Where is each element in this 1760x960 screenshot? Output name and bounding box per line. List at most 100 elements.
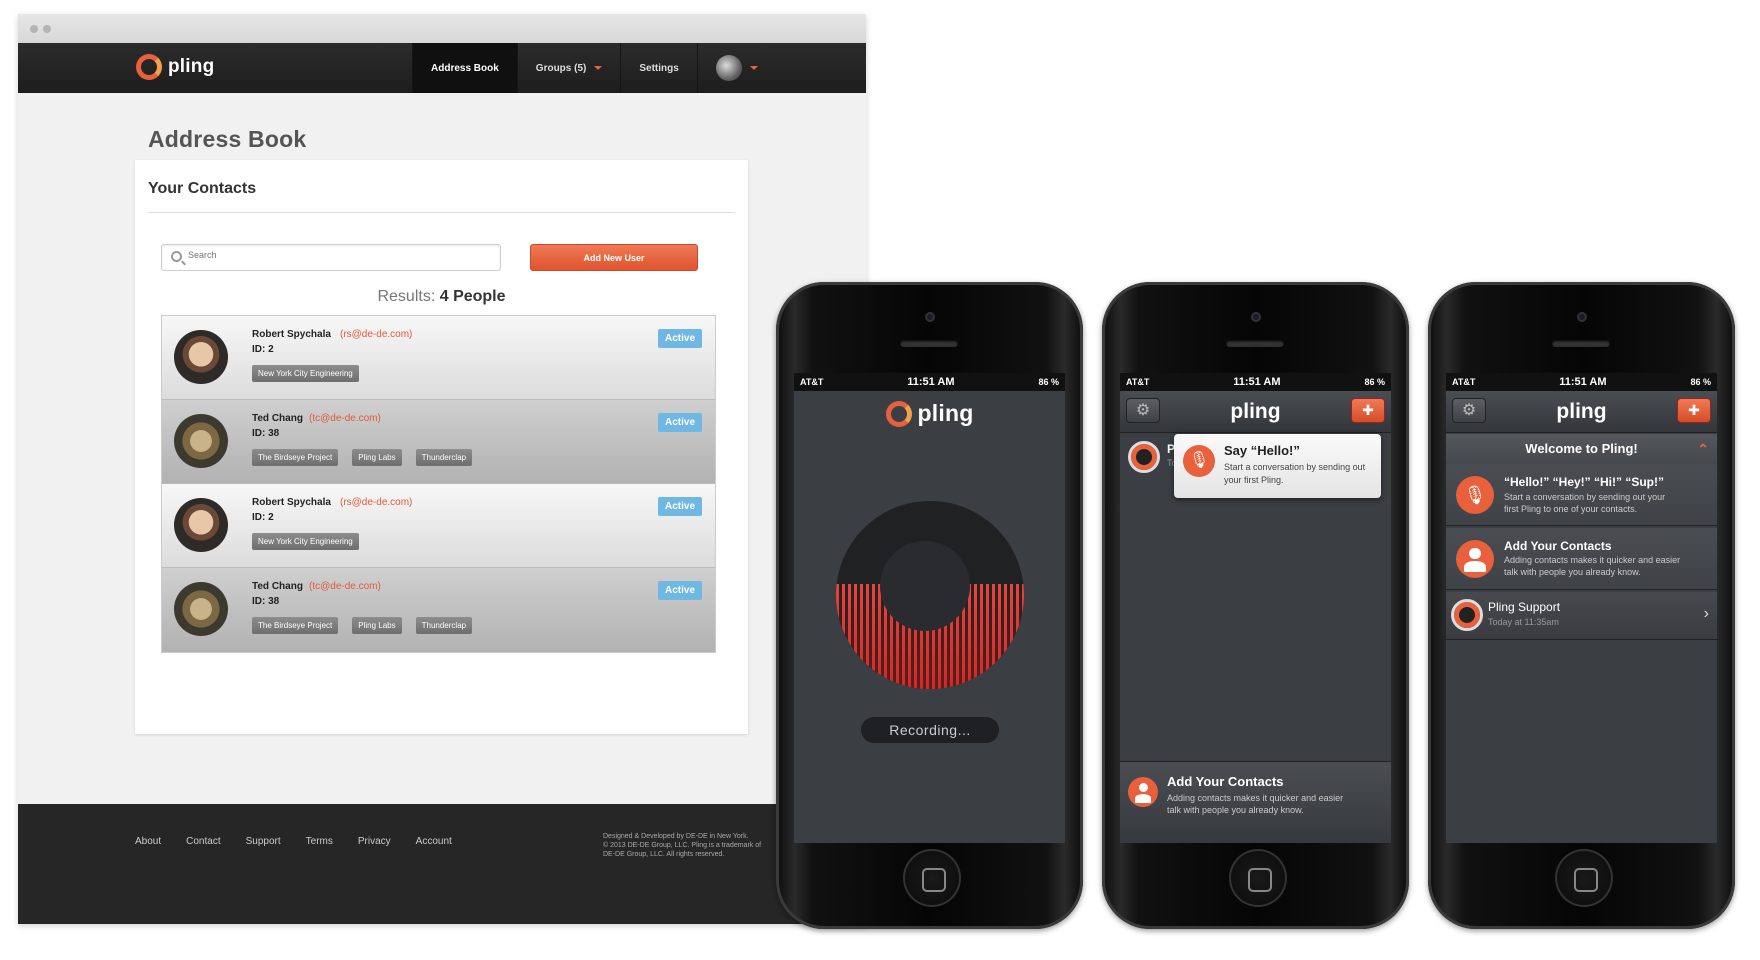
group-tag[interactable]: New York City Engineering (252, 365, 359, 382)
person-icon (1128, 777, 1158, 807)
contacts-list: Robert Spychala (rs@de-de.com) ID: 2 New… (161, 315, 716, 653)
tooltip-popover[interactable]: 🎙 Say “Hello!” Start a conversation by s… (1174, 434, 1381, 498)
status-badge: Active (657, 329, 702, 348)
chevron-up-icon[interactable]: ⌃ (1697, 434, 1709, 464)
contact-email[interactable]: (rs@de-de.com) (340, 497, 412, 508)
footer-link-terms[interactable]: Terms (306, 836, 333, 847)
pling-logo-icon (136, 54, 162, 80)
record-button[interactable] (836, 501, 1024, 689)
phone-recording: AT&T 11:51 AM 86 % pling Recording... (776, 282, 1083, 929)
list-item[interactable]: Add Your Contacts Adding contacts makes … (1446, 528, 1717, 590)
popover-description: Start a conversation by sending out your… (1224, 462, 1366, 485)
contact-name: Robert Spychala (252, 497, 331, 508)
group-tag[interactable]: The Birdseye Project (252, 449, 339, 466)
group-tag[interactable]: New York City Engineering (252, 533, 359, 550)
speech-bubble-icon (880, 541, 970, 631)
nav-settings[interactable]: Settings (620, 43, 696, 93)
brand-logo: pling (794, 400, 1065, 427)
list-item[interactable]: 🎙 “Hello!” “Hey!” “Hi!” “Sup!” Start a c… (1446, 464, 1717, 526)
footer-link-account[interactable]: Account (416, 836, 452, 847)
top-navbar: pling Address Book Groups (5) Settings (18, 43, 866, 93)
group-tag[interactable]: Thunderclap (415, 449, 473, 466)
footer-link-support[interactable]: Support (246, 836, 281, 847)
footer-link-contact[interactable]: Contact (186, 836, 220, 847)
conversation-time: Today at 11:35am (1488, 617, 1559, 627)
welcome-header[interactable]: Welcome to Pling! ⌃ (1446, 434, 1717, 464)
tag-list: The Birdseye Project Pling Labs Thunderc… (252, 617, 473, 634)
table-row[interactable]: Ted Chang (tc@de-de.com) ID: 38 The Bird… (162, 568, 715, 652)
banner-title: Add Your Contacts (1167, 774, 1284, 789)
browser-chrome (18, 14, 866, 43)
group-tag[interactable]: Pling Labs (352, 449, 402, 466)
home-button[interactable] (1555, 849, 1613, 907)
contact-email[interactable]: (rs@de-de.com) (340, 329, 412, 340)
contact-id: ID: 2 (252, 512, 274, 523)
search-box (161, 244, 501, 271)
new-pling-button[interactable]: ✚ (1677, 398, 1711, 423)
nav-groups[interactable]: Groups (5) (516, 43, 621, 93)
window-dot[interactable] (43, 25, 51, 33)
footer-link-privacy[interactable]: Privacy (358, 836, 391, 847)
contacts-card: Your Contacts Add New User Results: 4 Pe… (135, 160, 748, 734)
card-title: Your Contacts (148, 180, 257, 197)
search-input[interactable] (188, 250, 488, 260)
results-value: 4 People (439, 288, 506, 305)
window-dot[interactable] (30, 25, 38, 33)
avatar (174, 330, 228, 384)
conversation-name: Pling Support (1488, 600, 1561, 614)
footer-note-line: © 2013 DE-DE Group, LLC. Pling is a trad… (603, 842, 762, 849)
new-pling-button[interactable]: ✚ (1351, 398, 1385, 423)
footer-note-line: Designed & Developed by DE-DE in New Yor… (603, 833, 749, 840)
app-header: ⚙ pling ✚ (1120, 391, 1391, 433)
page-title: Address Book (148, 126, 307, 152)
nav-label: Address Book (431, 62, 499, 74)
contact-email[interactable]: (tc@de-de.com) (309, 413, 381, 424)
conversation-row[interactable]: Pling Support Today at 11:35am › (1446, 592, 1717, 640)
clock: 11:51 AM (1233, 376, 1281, 388)
table-row[interactable]: Ted Chang (tc@de-de.com) ID: 38 The Bird… (162, 400, 715, 484)
item-description: Start a conversation by sending out your… (1504, 492, 1666, 514)
footer: About Contact Support Terms Privacy Acco… (18, 804, 866, 924)
avatar (174, 414, 228, 468)
add-contacts-banner[interactable]: Add Your Contacts Adding contacts makes … (1120, 761, 1391, 843)
footer-link-about[interactable]: About (135, 836, 161, 847)
pling-logo-icon (885, 400, 912, 427)
group-tag[interactable]: Pling Labs (352, 617, 402, 634)
nav-address-book[interactable]: Address Book (412, 43, 517, 93)
item-title: Add Your Contacts (1504, 539, 1612, 553)
contact-id: ID: 38 (252, 428, 280, 439)
add-user-button[interactable]: Add New User (530, 244, 698, 271)
camera-icon (925, 312, 935, 322)
status-bar: AT&T 11:51 AM 86 % (794, 373, 1065, 391)
results-count: Results: 4 People (135, 288, 748, 306)
table-row[interactable]: Robert Spychala (rs@de-de.com) ID: 2 New… (162, 484, 715, 568)
search-icon (171, 251, 182, 262)
contact-name: Ted Chang (252, 413, 303, 424)
battery-label: 86 % (1364, 377, 1385, 387)
avatar (1128, 441, 1160, 473)
footer-links: About Contact Support Terms Privacy Acco… (135, 836, 477, 847)
camera-icon (1251, 312, 1261, 322)
group-tag[interactable]: Thunderclap (415, 617, 473, 634)
item-description: Adding contacts makes it quicker and eas… (1504, 555, 1681, 577)
battery-label: 86 % (1038, 377, 1059, 387)
nav-menu: Address Book Groups (5) Settings (412, 43, 776, 93)
brand-logo[interactable]: pling (136, 54, 214, 80)
home-button[interactable] (903, 849, 961, 907)
home-button[interactable] (1229, 849, 1287, 907)
app-header: ⚙ pling ✚ (1446, 391, 1717, 433)
chevron-down-icon (749, 66, 758, 70)
nav-user-menu[interactable] (696, 43, 776, 93)
avatar (174, 582, 228, 636)
table-row[interactable]: Robert Spychala (rs@de-de.com) ID: 2 New… (162, 316, 715, 400)
clock: 11:51 AM (907, 376, 955, 388)
status-badge: Active (657, 413, 702, 432)
contact-email[interactable]: (tc@de-de.com) (309, 581, 381, 592)
clock: 11:51 AM (1559, 376, 1607, 388)
camera-icon (1577, 312, 1587, 322)
group-tag[interactable]: The Birdseye Project (252, 617, 339, 634)
tag-list: New York City Engineering (252, 365, 359, 382)
phone-screen: AT&T 11:51 AM 86 % pling Recording... (794, 373, 1065, 843)
phone-welcome: AT&T 11:51 AM 86 % ⚙ pling ✚ Welcome to … (1428, 282, 1735, 929)
footer-copyright: Designed & Developed by DE-DE in New Yor… (603, 832, 773, 859)
